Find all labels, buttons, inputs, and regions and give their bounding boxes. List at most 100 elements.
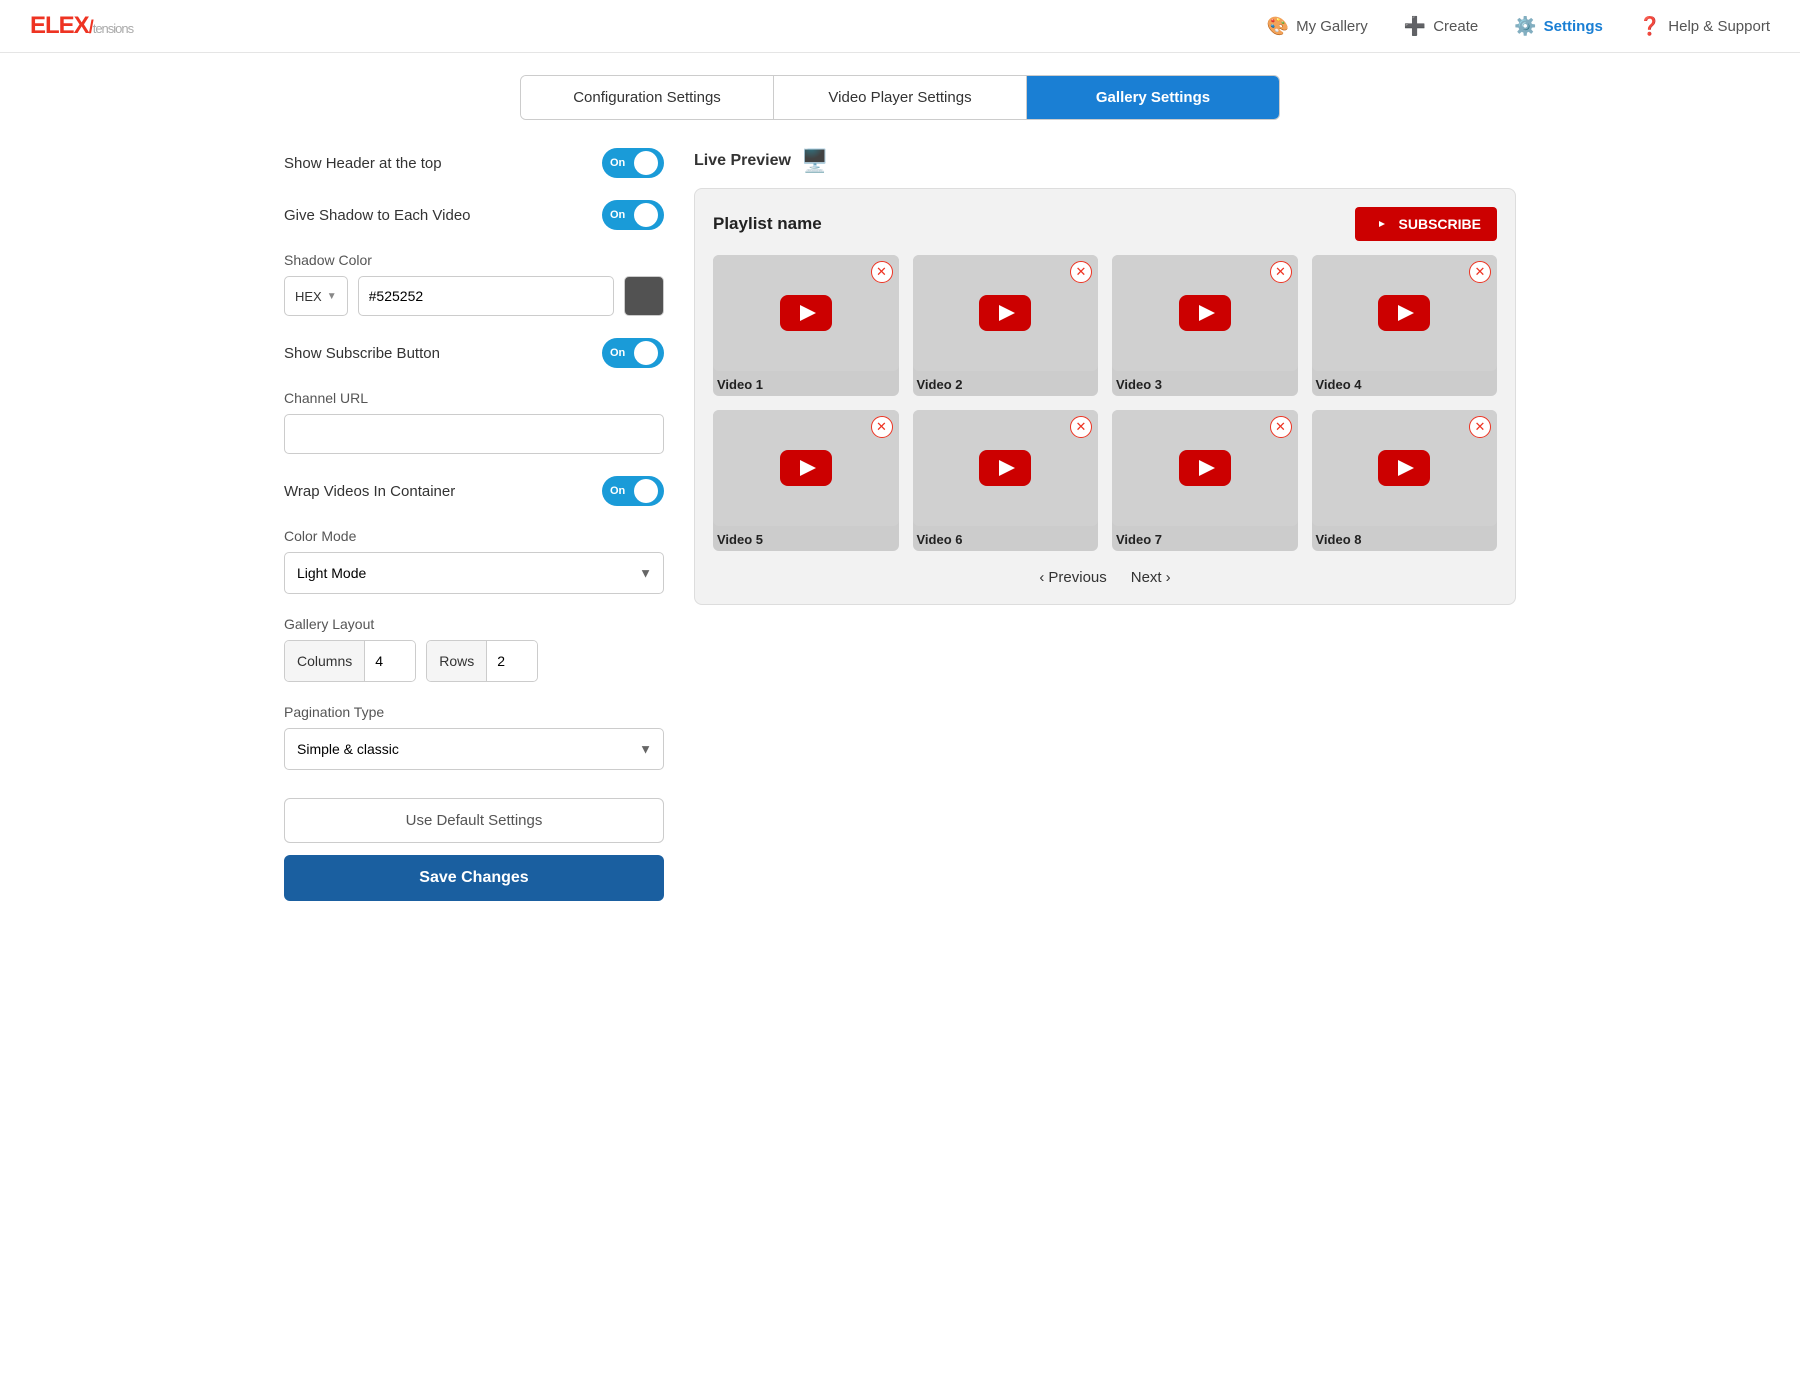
preview-box: Playlist name SUBSCRIBE ✕ Video 1 xyxy=(694,188,1516,605)
close-badge[interactable]: ✕ xyxy=(1270,261,1292,283)
right-panel: Live Preview 🖥️ Playlist name SUBSCRIBE xyxy=(694,148,1516,901)
give-shadow-label: Give Shadow to Each Video xyxy=(284,207,471,224)
nav-my-gallery-label: My Gallery xyxy=(1296,18,1368,35)
channel-url-input[interactable] xyxy=(284,414,664,454)
tab-config[interactable]: Configuration Settings xyxy=(521,76,774,119)
help-icon: ❓ xyxy=(1639,16,1661,37)
show-subscribe-toggle[interactable]: On xyxy=(602,338,664,368)
show-subscribe-on-label: On xyxy=(610,347,625,359)
close-badge[interactable]: ✕ xyxy=(871,416,893,438)
next-button[interactable]: Next › xyxy=(1131,569,1171,586)
video-label: Video 1 xyxy=(713,371,899,396)
yt-logo-icon xyxy=(979,450,1031,486)
channel-url-label: Channel URL xyxy=(284,390,664,406)
yt-logo-icon xyxy=(1179,295,1231,331)
pagination-type-section: Pagination Type Simple & classic Numbere… xyxy=(284,704,664,770)
video-card: ✕ Video 2 xyxy=(913,255,1099,396)
yt-logo-icon xyxy=(780,295,832,331)
next-label: Next xyxy=(1131,569,1162,586)
gallery-icon: 🎨 xyxy=(1267,16,1289,37)
create-icon: ➕ xyxy=(1404,16,1426,37)
close-badge[interactable]: ✕ xyxy=(1469,261,1491,283)
preview-top: Playlist name SUBSCRIBE xyxy=(713,207,1497,241)
rows-input[interactable] xyxy=(487,641,537,681)
prev-button[interactable]: ‹ Previous xyxy=(1039,569,1106,586)
yt-logo-icon xyxy=(1179,450,1231,486)
wrap-videos-toggle[interactable]: On xyxy=(602,476,664,506)
hex-format-select[interactable]: HEX ▼ xyxy=(284,276,348,316)
color-mode-select[interactable]: Light Mode Dark Mode xyxy=(284,552,664,594)
subscribe-button[interactable]: SUBSCRIBE xyxy=(1355,207,1497,241)
shadow-color-label: Shadow Color xyxy=(284,252,664,268)
logo: ELEX/tensions xyxy=(30,12,133,40)
rows-input-group: Rows xyxy=(426,640,538,682)
video-label: Video 7 xyxy=(1112,526,1298,551)
pagination-type-label: Pagination Type xyxy=(284,704,664,720)
video-card: ✕ Video 1 xyxy=(713,255,899,396)
show-header-label: Show Header at the top xyxy=(284,155,442,172)
nav-settings-label: Settings xyxy=(1544,18,1603,35)
close-badge[interactable]: ✕ xyxy=(871,261,893,283)
pagination-type-select[interactable]: Simple & classic Numbered Load More Infi… xyxy=(284,728,664,770)
video-card: ✕ Video 3 xyxy=(1112,255,1298,396)
color-mode-wrapper: Light Mode Dark Mode ▼ xyxy=(284,552,664,594)
settings-icon: ⚙️ xyxy=(1514,16,1536,37)
wrap-videos-row: Wrap Videos In Container On xyxy=(284,476,664,506)
yt-logo-icon xyxy=(1378,295,1430,331)
close-badge[interactable]: ✕ xyxy=(1270,416,1292,438)
use-default-button[interactable]: Use Default Settings xyxy=(284,798,664,843)
nav-items: 🎨 My Gallery ➕ Create ⚙️ Settings ❓ Help… xyxy=(1267,16,1770,37)
close-badge[interactable]: ✕ xyxy=(1469,416,1491,438)
video-card: ✕ Video 7 xyxy=(1112,410,1298,551)
video-card: ✕ Video 8 xyxy=(1312,410,1498,551)
shadow-color-section: Shadow Color HEX ▼ xyxy=(284,252,664,316)
monitor-icon: 🖥️ xyxy=(801,148,828,174)
nav-help[interactable]: ❓ Help & Support xyxy=(1639,16,1770,37)
save-changes-button[interactable]: Save Changes xyxy=(284,855,664,901)
tab-gallery[interactable]: Gallery Settings xyxy=(1027,76,1279,119)
gallery-layout-section: Gallery Layout Columns Rows xyxy=(284,616,664,682)
show-header-row: Show Header at the top On xyxy=(284,148,664,178)
give-shadow-on-label: On xyxy=(610,209,625,221)
live-preview-header: Live Preview 🖥️ xyxy=(694,148,1516,174)
shadow-color-row: HEX ▼ xyxy=(284,276,664,316)
video-label: Video 8 xyxy=(1312,526,1498,551)
playlist-name: Playlist name xyxy=(713,214,822,234)
youtube-icon xyxy=(1371,217,1391,231)
wrap-videos-label: Wrap Videos In Container xyxy=(284,483,455,500)
shadow-color-input[interactable] xyxy=(358,276,614,316)
video-card: ✕ Video 6 xyxy=(913,410,1099,551)
nav-settings[interactable]: ⚙️ Settings xyxy=(1514,16,1603,37)
tab-video-player[interactable]: Video Player Settings xyxy=(774,76,1027,119)
nav-my-gallery[interactable]: 🎨 My Gallery xyxy=(1267,16,1368,37)
yt-logo-icon xyxy=(979,295,1031,331)
logo-el: EL xyxy=(30,12,59,39)
video-label: Video 5 xyxy=(713,526,899,551)
pagination-type-wrapper: Simple & classic Numbered Load More Infi… xyxy=(284,728,664,770)
columns-tag: Columns xyxy=(285,641,365,681)
logo-tensions: tensions xyxy=(93,21,133,36)
left-panel: Show Header at the top On Give Shadow to… xyxy=(284,148,664,901)
nav-create[interactable]: ➕ Create xyxy=(1404,16,1478,37)
video-label: Video 4 xyxy=(1312,371,1498,396)
video-card: ✕ Video 4 xyxy=(1312,255,1498,396)
nav-help-label: Help & Support xyxy=(1668,18,1770,35)
shadow-color-swatch[interactable] xyxy=(624,276,664,316)
close-badge[interactable]: ✕ xyxy=(1070,261,1092,283)
tabs-container: Configuration Settings Video Player Sett… xyxy=(260,75,1540,120)
subscribe-label: SUBSCRIBE xyxy=(1399,216,1481,232)
logo-text: ELEX/tensions xyxy=(30,12,133,40)
give-shadow-toggle[interactable]: On xyxy=(602,200,664,230)
main-content: Show Header at the top On Give Shadow to… xyxy=(260,120,1540,901)
show-header-toggle[interactable]: On xyxy=(602,148,664,178)
rows-tag: Rows xyxy=(427,641,487,681)
navbar: ELEX/tensions 🎨 My Gallery ➕ Create ⚙️ S… xyxy=(0,0,1800,53)
tabs-bar: Configuration Settings Video Player Sett… xyxy=(520,75,1280,120)
channel-url-section: Channel URL xyxy=(284,390,664,454)
show-subscribe-row: Show Subscribe Button On xyxy=(284,338,664,368)
columns-input[interactable] xyxy=(365,641,415,681)
close-badge[interactable]: ✕ xyxy=(1070,416,1092,438)
columns-input-group: Columns xyxy=(284,640,416,682)
gallery-layout-row: Columns Rows xyxy=(284,640,664,682)
show-subscribe-label: Show Subscribe Button xyxy=(284,345,440,362)
